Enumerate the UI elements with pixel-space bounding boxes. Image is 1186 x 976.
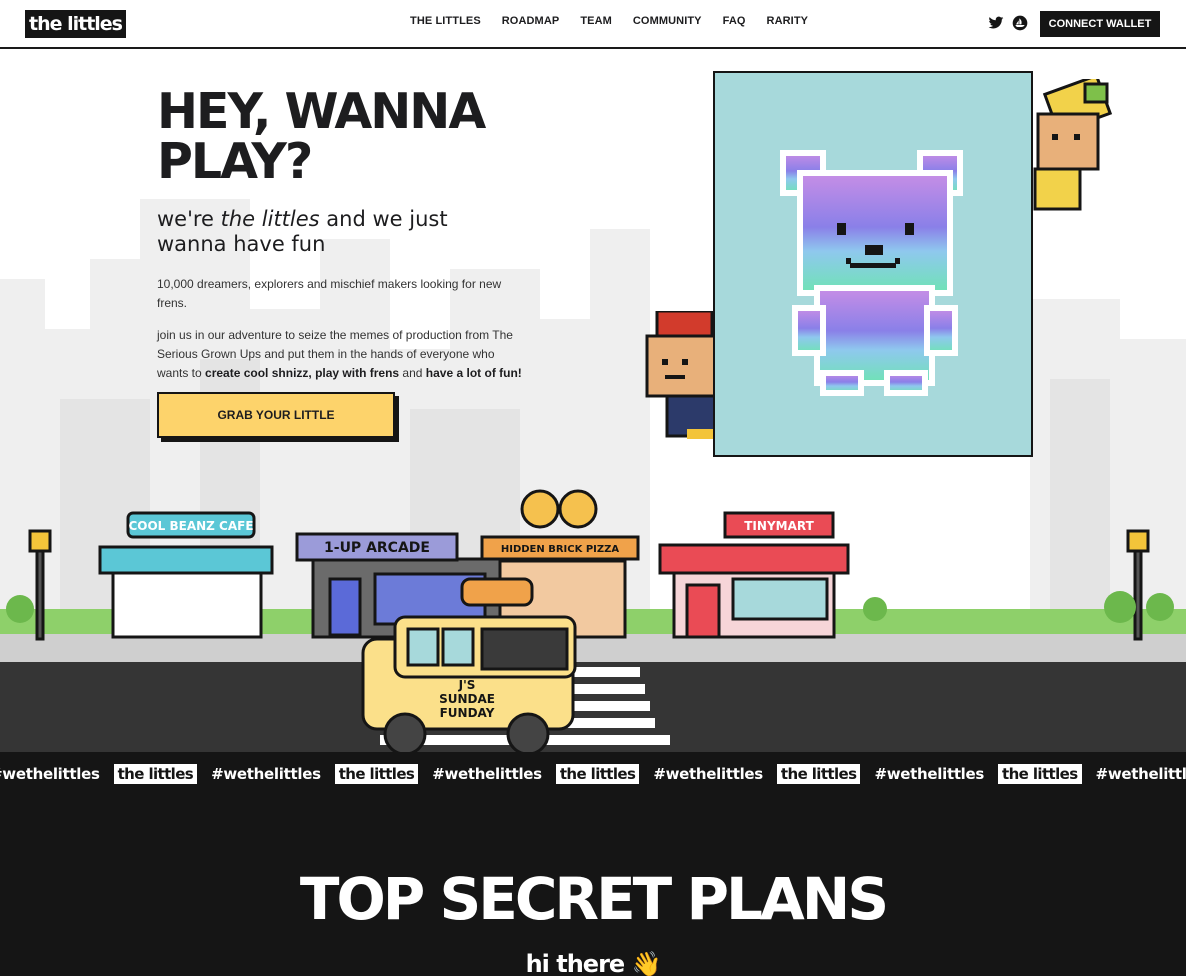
opensea-icon[interactable]	[1012, 15, 1028, 31]
ticker-logo: the littles	[334, 764, 419, 784]
hero-section: HEY, WANNA PLAY? we're the littles and w…	[0, 49, 1186, 752]
hashtag-label: #wethelittles	[211, 765, 321, 783]
section-title: TOP SECRET PLANS	[299, 865, 889, 933]
nav-links: THE LITTLES ROADMAP TEAM COMMUNITY FAQ R…	[410, 15, 808, 27]
top-secret-section: TOP SECRET PLANS hi there 👋	[0, 798, 1186, 976]
ticker-logo: the littles	[776, 764, 861, 784]
red-hat-little-character	[645, 311, 719, 439]
truck-text-line3: FUNDAY	[440, 706, 495, 720]
hashtag-label: #wethelittles	[653, 765, 763, 783]
ticker-logo: the littles	[113, 764, 198, 784]
nav-link-rarity[interactable]: RARITY	[767, 15, 809, 27]
hashtag-ticker: #wethelittles the littles #wethelittles the…	[0, 752, 1186, 798]
cafe-sign: COOL BEANZ CAFE	[128, 519, 253, 533]
nav-link-faq[interactable]: FAQ	[723, 15, 746, 27]
truck-text-line1: J'S	[458, 678, 476, 692]
connect-wallet-button[interactable]: CONNECT WALLET	[1040, 11, 1160, 37]
twitter-icon[interactable]	[988, 15, 1004, 31]
nav-link-community[interactable]: COMMUNITY	[633, 15, 702, 27]
pizza-sign: HIDDEN BRICK PIZZA	[501, 544, 620, 555]
hashtag-label: #wethelittles	[1095, 765, 1186, 783]
pixel-bear-image	[780, 150, 963, 396]
nav-link-the-littles[interactable]: THE LITTLES	[410, 15, 481, 27]
hero-paragraph-1: 10,000 dreamers, explorers and mischief …	[157, 277, 502, 310]
pickle-hat-little-character	[1033, 79, 1113, 211]
nav-link-team[interactable]: TEAM	[580, 15, 612, 27]
ticker-logo: the littles	[555, 764, 640, 784]
nav-link-roadmap[interactable]: ROADMAP	[502, 15, 560, 27]
hashtag-label: #wethelittles	[874, 765, 985, 783]
nft-preview-frame	[713, 71, 1033, 457]
truck-text-line2: SUNDAE	[439, 692, 495, 706]
hashtag-label: #wethelittles	[432, 765, 542, 783]
section-subtitle: hi there 👋	[525, 950, 662, 976]
arcade-sign: 1-UP ARCADE	[324, 540, 430, 556]
tinymart-sign: TINYMART	[744, 519, 814, 533]
ticker-logo: the littles	[998, 764, 1082, 784]
logo[interactable]: the littles	[25, 10, 126, 38]
street-scene-illustration: COOL BEANZ CAFE 1-UP ARCADE HIDDEN BRICK…	[0, 489, 1186, 752]
hero-subtitle: we're the littles and we just wanna have…	[157, 207, 448, 256]
hashtag-label: #wethelittles	[0, 765, 100, 783]
hero-paragraph-2: join us in our adventure to seize the me…	[157, 328, 522, 380]
grab-your-little-button[interactable]: GRAB YOUR LITTLE	[157, 392, 395, 438]
top-nav: the littles THE LITTLES ROADMAP TEAM COM…	[0, 0, 1186, 49]
hero-title: HEY, WANNA PLAY?	[157, 83, 486, 190]
